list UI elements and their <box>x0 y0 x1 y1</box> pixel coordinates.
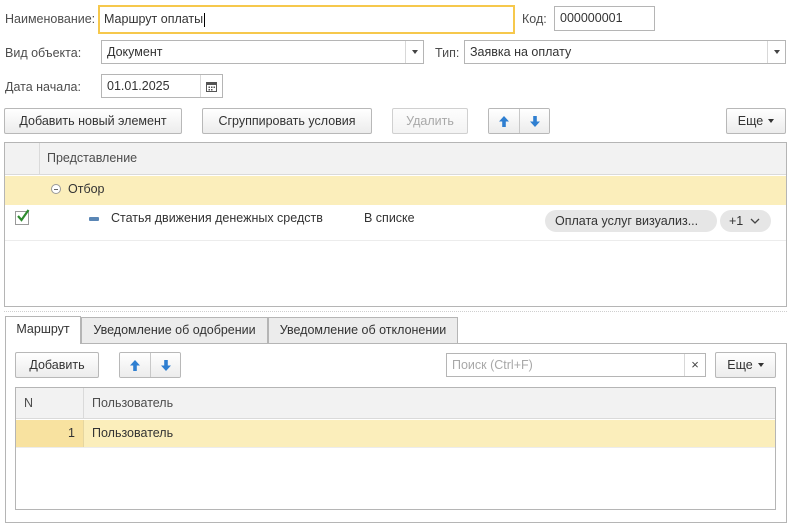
tab-approval-notification[interactable]: Уведомление об одобрении <box>81 317 268 343</box>
move-down-button[interactable] <box>519 109 549 133</box>
checkmark-icon <box>17 209 30 222</box>
start-date-label: Дата начала: <box>5 80 81 94</box>
route-move-down-button[interactable] <box>150 353 180 377</box>
condition-item-icon <box>89 217 99 221</box>
tab-rejection-notification[interactable]: Уведомление об отклонении <box>268 317 458 343</box>
row-user: Пользователь <box>92 426 174 440</box>
calendar-icon[interactable] <box>200 75 222 97</box>
object-type-value: Документ <box>107 45 163 59</box>
route-move-up-button[interactable] <box>120 353 150 377</box>
more-button[interactable]: Еще <box>726 108 786 134</box>
arrow-down-icon <box>529 115 540 127</box>
clear-search-icon[interactable]: × <box>684 354 705 376</box>
arrow-down-icon <box>160 359 171 371</box>
tab-route[interactable]: Маршрут <box>5 316 81 344</box>
chevron-down-icon <box>750 218 760 224</box>
chevron-down-icon[interactable] <box>405 41 423 63</box>
add-user-button[interactable]: Добавить <box>15 352 99 378</box>
condition-field: Статья движения денежных средств <box>111 211 323 225</box>
more-button-label: Еще <box>737 114 764 128</box>
users-table-header: N Пользователь <box>16 388 775 419</box>
move-buttons <box>488 108 550 134</box>
group-row[interactable]: Отбор <box>5 176 786 205</box>
column-header-n[interactable]: N <box>16 388 83 418</box>
code-input[interactable]: 000000001 <box>554 6 655 31</box>
column-header-representation[interactable]: Представление <box>39 143 137 174</box>
route-more-button[interactable]: Еще <box>715 352 776 378</box>
type-label: Тип: <box>435 46 460 60</box>
collapse-icon[interactable] <box>51 184 61 194</box>
splitter[interactable] <box>4 311 787 312</box>
move-up-button[interactable] <box>489 109 519 133</box>
column-header-user[interactable]: Пользователь <box>84 388 173 418</box>
name-input-value: Маршрут оплаты <box>104 12 204 26</box>
start-date-input[interactable]: 01.01.2025 <box>101 74 223 98</box>
code-label: Код: <box>522 12 547 26</box>
table-row[interactable]: 1 Пользователь <box>16 420 775 447</box>
column-divider <box>83 420 84 447</box>
row-number: 1 <box>68 426 75 440</box>
chevron-down-icon <box>768 119 775 123</box>
condition-more-values-chip[interactable]: +1 <box>720 210 771 232</box>
arrow-up-icon <box>499 115 509 127</box>
type-select[interactable]: Заявка на оплату <box>464 40 786 64</box>
start-date-value: 01.01.2025 <box>107 79 170 93</box>
text-cursor <box>204 12 206 27</box>
row-divider <box>16 447 775 448</box>
group-row-label: Отбор <box>68 182 105 196</box>
condition-checkbox[interactable] <box>15 209 30 225</box>
name-input[interactable]: Маршрут оплаты <box>98 5 515 34</box>
type-value: Заявка на оплату <box>470 45 572 59</box>
condition-operator: В списке <box>364 211 415 225</box>
conditions-table: Представление Отбор Статья движения дене… <box>4 142 787 307</box>
name-label: Наименование: <box>5 12 96 26</box>
route-more-button-label: Еще <box>727 358 753 372</box>
object-type-select[interactable]: Документ <box>101 40 424 64</box>
condition-more-values-label: +1 <box>729 214 744 228</box>
search-input[interactable]: Поиск (Ctrl+F) × <box>446 353 706 377</box>
chevron-down-icon <box>757 363 764 367</box>
condition-value-chip[interactable]: Оплата услуг визуализ... <box>545 210 717 232</box>
object-type-label: Вид объекта: <box>5 46 82 60</box>
add-new-element-button[interactable]: Добавить новый элемент <box>4 108 182 134</box>
users-table: N Пользователь 1 Пользователь <box>15 387 776 510</box>
route-move-buttons <box>119 352 181 378</box>
arrow-up-icon <box>130 359 140 371</box>
conditions-table-header: Представление <box>5 143 786 175</box>
group-conditions-button[interactable]: Сгруппировать условия <box>202 108 372 134</box>
delete-button[interactable]: Удалить <box>392 108 468 134</box>
condition-row[interactable]: Статья движения денежных средств В списк… <box>5 205 786 241</box>
chevron-down-icon[interactable] <box>767 41 785 63</box>
search-placeholder: Поиск (Ctrl+F) <box>452 358 533 372</box>
code-input-value: 000000001 <box>560 11 623 25</box>
